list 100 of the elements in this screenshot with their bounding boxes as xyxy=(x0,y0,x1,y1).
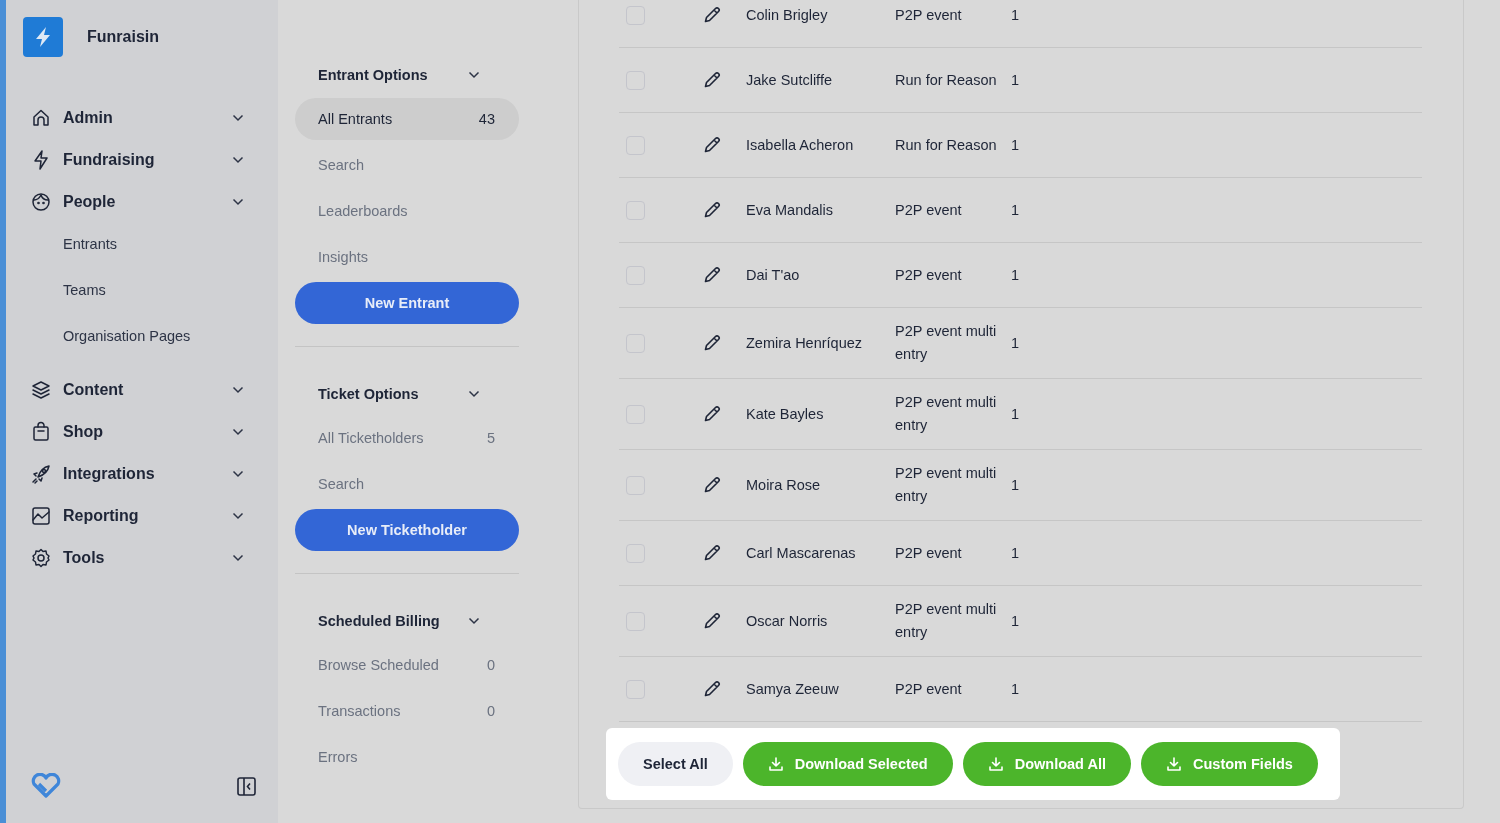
download-icon xyxy=(1166,756,1182,772)
home-icon xyxy=(30,107,52,129)
event-name: P2P event multi entry xyxy=(895,464,998,506)
select-all-button[interactable]: Select All xyxy=(618,742,733,786)
entry-count: 1 xyxy=(1011,267,1021,283)
nav-item[interactable]: Content xyxy=(6,369,278,411)
nav-subitem[interactable]: Teams xyxy=(6,267,278,313)
option-count: 0 xyxy=(486,657,495,673)
option-label: Leaderboards xyxy=(318,203,408,219)
entrant-name: Dai T'ao xyxy=(746,267,801,283)
gear-icon xyxy=(30,547,52,569)
event-name: P2P event multi entry xyxy=(895,393,998,435)
entry-count: 1 xyxy=(1011,202,1021,218)
download-icon xyxy=(767,756,784,772)
option-item[interactable]: Search xyxy=(295,144,519,186)
pencil-icon[interactable] xyxy=(703,136,721,154)
bag-icon xyxy=(30,421,52,443)
pencil-icon[interactable] xyxy=(703,405,721,423)
chevron-down-icon[interactable] xyxy=(468,390,480,398)
chevron-down-icon[interactable] xyxy=(468,71,480,79)
entry-count: 1 xyxy=(1011,335,1021,351)
nav-item[interactable]: Shop xyxy=(6,411,278,453)
event-name: P2P event xyxy=(895,679,963,699)
nav-subitem[interactable]: Organisation Pages xyxy=(6,313,278,359)
collapse-sidebar-icon[interactable] xyxy=(237,776,256,796)
pencil-icon[interactable] xyxy=(703,334,721,352)
pencil-icon[interactable] xyxy=(703,476,721,494)
entrant-name: Oscar Norris xyxy=(746,613,829,629)
nav-subitem[interactable]: Entrants xyxy=(6,221,278,267)
chevron-down-icon[interactable] xyxy=(232,114,244,122)
entry-count: 1 xyxy=(1011,613,1021,629)
rocket-icon xyxy=(30,463,52,485)
face-icon xyxy=(30,191,52,213)
nav-item[interactable]: Admin xyxy=(6,97,278,139)
nav-item[interactable]: People xyxy=(6,181,278,223)
chevron-down-icon[interactable] xyxy=(232,554,244,562)
option-label: All Entrants xyxy=(318,111,393,127)
entrant-name: Colin Brigley xyxy=(746,7,829,23)
new-button[interactable]: New Entrant xyxy=(295,282,519,324)
pencil-icon[interactable] xyxy=(703,680,721,698)
option-item[interactable]: Leaderboards xyxy=(295,190,519,232)
brand-name: Funraisin xyxy=(87,28,159,46)
chevron-down-icon[interactable] xyxy=(232,198,244,206)
download-icon xyxy=(987,756,1004,772)
option-item[interactable]: Browse Scheduled 0 xyxy=(295,644,519,686)
option-label: Search xyxy=(318,157,364,173)
option-item[interactable]: Search xyxy=(295,463,519,505)
section-title: Entrant Options xyxy=(318,67,428,83)
option-item[interactable]: All Entrants 43 xyxy=(295,98,519,140)
option-count: 5 xyxy=(486,430,495,446)
entry-count: 1 xyxy=(1011,137,1021,153)
chevron-down-icon[interactable] xyxy=(468,617,480,625)
event-name: Run for Reason xyxy=(895,70,998,90)
chevron-down-icon[interactable] xyxy=(232,428,244,436)
option-label: Browse Scheduled xyxy=(318,657,439,673)
entrant-name: Jake Sutcliffe xyxy=(746,72,833,88)
event-name: Run for Reason xyxy=(895,135,998,155)
entrant-name: Carl Mascarenas xyxy=(746,545,857,561)
nav-item[interactable]: Reporting xyxy=(6,495,278,537)
option-label: Insights xyxy=(318,249,368,265)
nav-item[interactable]: Integrations xyxy=(6,453,278,495)
option-label: Search xyxy=(318,476,364,492)
pencil-icon[interactable] xyxy=(703,71,721,89)
event-name: P2P event xyxy=(895,543,963,563)
layers-icon xyxy=(30,379,52,401)
pencil-icon[interactable] xyxy=(703,6,721,24)
option-label: Transactions xyxy=(318,703,401,719)
entry-count: 1 xyxy=(1011,7,1021,23)
entrant-name: Eva Mandalis xyxy=(746,202,835,218)
entry-count: 1 xyxy=(1011,477,1021,493)
chevron-down-icon[interactable] xyxy=(232,512,244,520)
chevron-down-icon[interactable] xyxy=(232,156,244,164)
event-name: P2P event xyxy=(895,5,963,25)
pencil-icon[interactable] xyxy=(703,612,721,630)
entry-count: 1 xyxy=(1011,681,1021,697)
pencil-icon[interactable] xyxy=(703,266,721,284)
nav-item[interactable]: Tools xyxy=(6,537,278,579)
entry-count: 1 xyxy=(1011,406,1021,422)
entry-count: 1 xyxy=(1011,545,1021,561)
chart-icon xyxy=(30,505,52,527)
option-label: Errors xyxy=(318,749,358,765)
event-name: P2P event xyxy=(895,265,963,285)
entrant-name: Isabella Acheron xyxy=(746,137,855,153)
entrant-name: Samya Zeeuw xyxy=(746,681,840,697)
event-name: P2P event multi entry xyxy=(895,322,998,364)
option-item[interactable]: All Ticketholders 5 xyxy=(295,417,519,459)
logo-icon[interactable] xyxy=(23,17,63,57)
entrant-name: Moira Rose xyxy=(746,477,822,493)
new-button[interactable]: New Ticketholder xyxy=(295,509,519,551)
option-count: 0 xyxy=(486,703,495,719)
pencil-icon[interactable] xyxy=(703,544,721,562)
chevron-down-icon[interactable] xyxy=(232,386,244,394)
option-item[interactable]: Transactions 0 xyxy=(295,690,519,732)
section-title: Ticket Options xyxy=(318,386,419,402)
nav-item[interactable]: Fundraising xyxy=(6,139,278,181)
event-name: P2P event multi entry xyxy=(895,600,998,642)
chevron-down-icon[interactable] xyxy=(232,470,244,478)
pencil-icon[interactable] xyxy=(703,201,721,219)
option-count: 43 xyxy=(478,111,495,127)
event-name: P2P event xyxy=(895,200,963,220)
